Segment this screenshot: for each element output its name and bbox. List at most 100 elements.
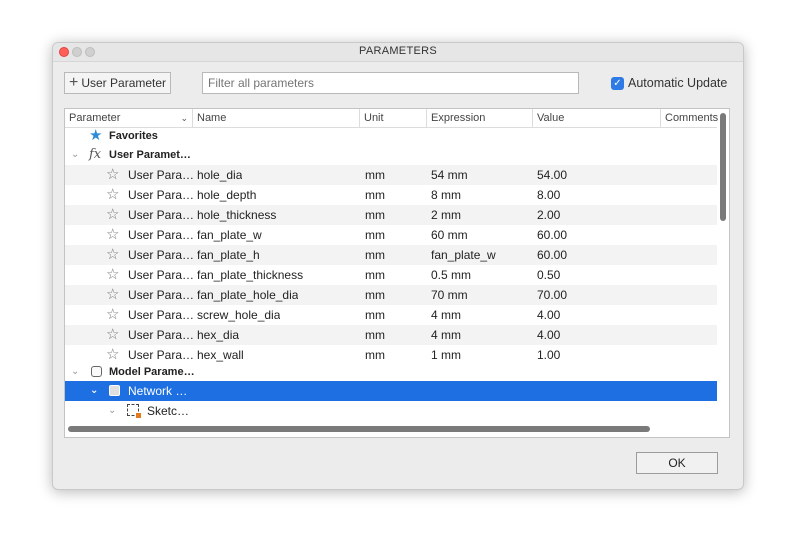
automatic-update-checkbox[interactable]: ✓ — [611, 76, 624, 90]
parameter-type-cell: User Para… — [128, 248, 195, 262]
column-header-unit[interactable]: Unit — [360, 109, 427, 127]
favorites-group-row[interactable]: ★ Favorites — [65, 126, 717, 146]
sketch-row[interactable]: ⌄ Sketc… — [65, 401, 717, 421]
parameter-unit-cell: mm — [365, 288, 385, 302]
parameter-unit-cell: mm — [365, 248, 385, 262]
favorite-star-icon[interactable]: ☆ — [106, 185, 119, 205]
parameter-unit-cell: mm — [365, 168, 385, 182]
parameter-unit-cell: mm — [365, 268, 385, 282]
user-parameters-group-row[interactable]: ⌄ fx User Paramet… — [65, 145, 717, 165]
parameter-name-cell: screw_hole_dia — [197, 308, 281, 322]
parameter-value-cell: 4.00 — [537, 308, 561, 322]
title-bar: PARAMETERS — [53, 43, 743, 62]
favorite-star-icon[interactable]: ☆ — [106, 205, 119, 225]
window-title: PARAMETERS — [359, 45, 437, 57]
favorite-star-icon[interactable]: ☆ — [106, 225, 119, 245]
column-header-name[interactable]: Name — [193, 109, 360, 127]
chevron-down-icon[interactable]: ⌄ — [71, 362, 79, 382]
parameter-name-cell: fan_plate_h — [197, 248, 260, 262]
parameter-expression-cell[interactable]: fan_plate_w — [431, 245, 496, 265]
parameter-value-cell: 60.00 — [537, 228, 568, 242]
parameter-expression-cell[interactable]: 4 mm — [431, 305, 461, 325]
function-icon: fx — [89, 147, 102, 162]
parameter-type-cell: User Para… — [128, 288, 195, 302]
chevron-down-icon[interactable]: ⌄ — [108, 401, 116, 421]
parameter-row[interactable]: ☆ User Para… screw_hole_dia mm 4 mm 4.00 — [65, 305, 717, 325]
parameter-value-cell: 60.00 — [537, 248, 568, 262]
parameter-row[interactable]: ☆ User Para… fan_plate_thickness mm 0.5 mm 0.… — [65, 265, 717, 285]
chevron-down-icon[interactable]: ⌄ — [90, 381, 98, 401]
parameter-value-cell: 54.00 — [537, 168, 568, 182]
network-row[interactable]: ⌄ Network … — [65, 381, 717, 401]
parameter-row[interactable]: ☆ User Para… hex_dia mm 4 mm 4.00 — [65, 325, 717, 345]
parameter-unit-cell: mm — [365, 208, 385, 222]
parameter-type-cell: User Para… — [128, 328, 195, 342]
parameter-expression-cell[interactable]: 4 mm — [431, 325, 461, 345]
add-user-parameter-button[interactable]: + User Parameter — [64, 72, 171, 94]
favorite-star-icon: ★ — [89, 127, 103, 144]
parameter-unit-cell: mm — [365, 188, 385, 202]
favorite-star-icon[interactable]: ☆ — [106, 265, 119, 285]
parameter-row[interactable]: ☆ User Para… hole_thickness mm 2 mm 2.00 — [65, 205, 717, 225]
favorite-star-icon[interactable]: ☆ — [106, 285, 119, 305]
parameter-row[interactable]: ☆ User Para… fan_plate_w mm 60 mm 60.00 — [65, 225, 717, 245]
favorites-label: Favorites — [109, 130, 158, 142]
column-header-parameter[interactable]: Parameter ⌄ — [65, 109, 193, 127]
model-parameters-label: Model Parame… — [109, 366, 195, 378]
parameter-expression-cell[interactable]: 8 mm — [431, 185, 461, 205]
column-header-value[interactable]: Value — [533, 109, 661, 127]
parameter-value-cell: 70.00 — [537, 288, 568, 302]
chevron-down-icon[interactable]: ⌄ — [180, 109, 188, 127]
parameter-value-cell: 0.50 — [537, 268, 561, 282]
parameter-row[interactable]: ☆ User Para… fan_plate_hole_dia mm 70 mm 70.0… — [65, 285, 717, 305]
favorite-star-icon[interactable]: ☆ — [106, 245, 119, 265]
parameter-type-cell: User Para… — [128, 208, 195, 222]
favorite-star-icon[interactable]: ☆ — [106, 165, 119, 185]
sketch-label: Sketc… — [147, 404, 190, 418]
parameter-value-cell: 8.00 — [537, 188, 561, 202]
add-user-parameter-label: User Parameter — [81, 76, 167, 90]
parameter-row[interactable]: ☆ User Para… fan_plate_h mm fan_plate_w 60.00 — [65, 245, 717, 265]
model-parameters-group-row[interactable]: ⌄ Model Parame… — [65, 362, 717, 382]
chevron-down-icon[interactable]: ⌄ — [71, 145, 79, 165]
column-header-expression[interactable]: Expression — [427, 109, 533, 127]
filter-parameters-input[interactable] — [202, 72, 579, 94]
parameter-type-cell: User Para… — [128, 308, 195, 322]
parameter-expression-cell[interactable]: 54 mm — [431, 165, 468, 185]
body-icon — [109, 385, 120, 396]
parameter-unit-cell: mm — [365, 228, 385, 242]
vertical-scrollbar[interactable] — [720, 113, 726, 221]
parameter-expression-cell[interactable]: 60 mm — [431, 225, 468, 245]
parameter-type-cell: User Para… — [128, 228, 195, 242]
user-parameters-label: User Paramet… — [109, 149, 191, 161]
parameter-type-cell: User Para… — [128, 268, 195, 282]
ok-button[interactable]: OK — [636, 452, 718, 474]
parameter-value-cell: 4.00 — [537, 328, 561, 342]
parameter-row[interactable]: ☆ User Para… hole_dia mm 54 mm 54.00 — [65, 165, 717, 185]
parameter-expression-cell[interactable]: 2 mm — [431, 205, 461, 225]
parameter-row[interactable]: ☆ User Para… hole_depth mm 8 mm 8.00 — [65, 185, 717, 205]
parameter-value-cell: 2.00 — [537, 208, 561, 222]
parameter-expression-cell[interactable]: 70 mm — [431, 285, 468, 305]
component-icon — [91, 366, 102, 377]
sketch-icon — [127, 404, 141, 418]
parameter-expression-cell[interactable]: 0.5 mm — [431, 265, 471, 285]
network-label: Network … — [128, 384, 188, 398]
plus-icon: + — [69, 74, 79, 91]
parameter-name-cell: hole_depth — [197, 188, 257, 202]
parameter-unit-cell: mm — [365, 308, 385, 322]
favorite-star-icon[interactable]: ☆ — [106, 305, 119, 325]
parameter-name-cell: hole_dia — [197, 168, 243, 182]
parameter-unit-cell: mm — [365, 328, 385, 342]
favorite-star-icon[interactable]: ☆ — [106, 325, 119, 345]
column-header-comments[interactable]: Comments — [661, 109, 718, 127]
automatic-update-toggle[interactable]: ✓ Automatic Update — [611, 76, 727, 90]
horizontal-scrollbar[interactable] — [68, 426, 650, 432]
parameters-dialog: PARAMETERS + User Parameter ✓ Automatic … — [52, 42, 744, 490]
parameter-name-cell: hex_dia — [197, 328, 240, 342]
parameter-type-cell: User Para… — [128, 168, 195, 182]
parameter-name-cell: hole_thickness — [197, 208, 277, 222]
parameter-name-cell: fan_plate_thickness — [197, 268, 304, 282]
parameters-table: Parameter ⌄ Name Unit Expression Value C… — [64, 108, 730, 438]
parameter-type-cell: User Para… — [128, 188, 195, 202]
